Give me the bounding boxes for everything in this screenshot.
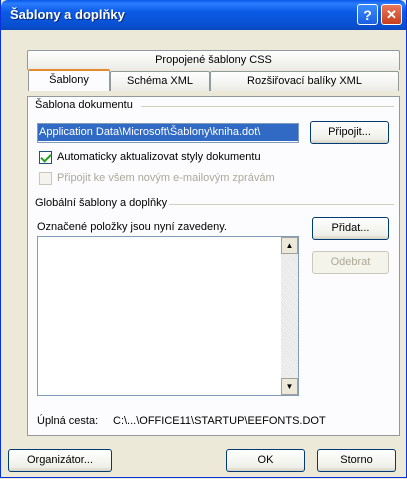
help-icon[interactable]: ? (357, 4, 378, 25)
attach-button[interactable]: Připojit... (310, 121, 389, 144)
tab-templates[interactable]: Šablony (28, 69, 110, 91)
tab-label: Rozšiřovací balíky XML (247, 75, 362, 87)
template-path-input[interactable]: \Application Data\Microsoft\Šablony\knih… (37, 123, 299, 143)
attach-all-emails-checkbox (39, 172, 52, 185)
templates-dialog: Šablony a doplňky ? ✕ Propojené šablony … (0, 0, 407, 478)
tab-xml-expansion-packs[interactable]: Rozšiřovací balíky XML (210, 71, 399, 91)
title-bar[interactable]: Šablony a doplňky ? ✕ (1, 0, 406, 30)
document-template-group-label: Šablona dokumentu (35, 99, 137, 111)
list-scrollbar[interactable]: ▲ ▼ (281, 237, 298, 395)
template-path-value: \Application Data\Microsoft\Šablony\knih… (38, 124, 298, 141)
remove-button: Odebrat (312, 251, 389, 274)
scroll-down-icon[interactable]: ▼ (281, 378, 298, 395)
auto-update-checkbox[interactable] (39, 151, 52, 164)
auto-update-label[interactable]: Automaticky aktualizovat styly dokumentu (57, 151, 261, 163)
organizer-button[interactable]: Organizátor... (8, 449, 112, 472)
scroll-up-icon[interactable]: ▲ (281, 237, 298, 254)
global-templates-list[interactable]: ▲ ▼ (37, 236, 299, 396)
full-path-label: Úplná cesta: (37, 415, 99, 427)
tab-linked-css[interactable]: Propojené šablony CSS (27, 50, 400, 70)
cancel-button[interactable]: Storno (317, 449, 396, 472)
add-button[interactable]: Přidat... (312, 217, 389, 240)
window-title: Šablony a doplňky (10, 7, 125, 22)
global-templates-group-label: Globální šablony a doplňky (35, 197, 172, 209)
group-divider (141, 106, 394, 107)
loaded-items-label: Označené položky jsou nyní zavedeny. (37, 221, 227, 233)
attach-all-emails-label: Připojit ke všem novým e-mailovým zprává… (57, 172, 275, 184)
full-path-value: C:\...\OFFICE11\STARTUP\EEFONTS.DOT (113, 415, 326, 427)
ok-button[interactable]: OK (226, 449, 305, 472)
tab-xml-schema[interactable]: Schéma XML (110, 71, 210, 91)
tab-label: Schéma XML (126, 75, 194, 87)
close-icon[interactable]: ✕ (381, 4, 402, 25)
group-divider (169, 204, 394, 205)
tab-label: Šablony (49, 74, 89, 86)
tab-label: Propojené šablony CSS (155, 54, 272, 66)
